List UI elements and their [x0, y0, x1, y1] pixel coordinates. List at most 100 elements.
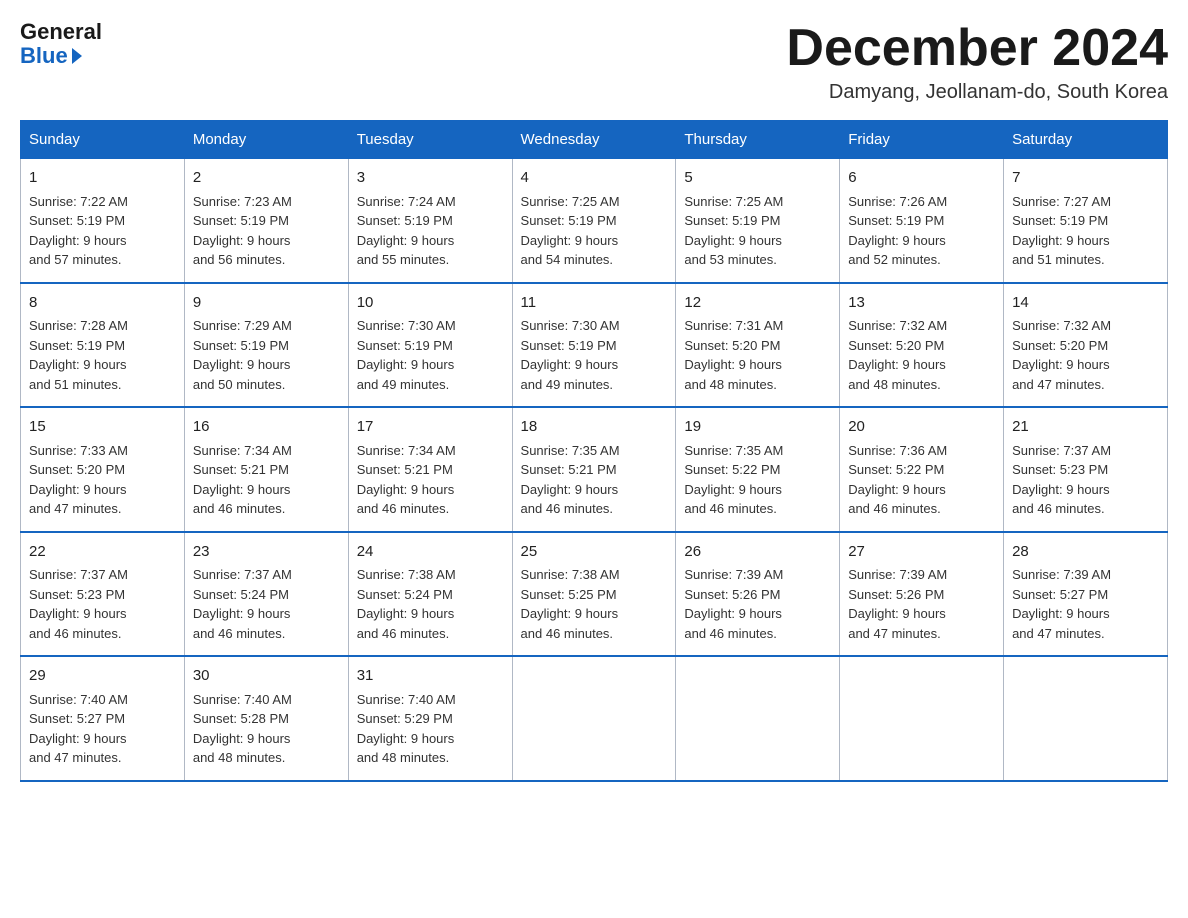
day-info: Sunrise: 7:23 AM Sunset: 5:19 PM Dayligh… [193, 192, 340, 270]
day-number: 4 [521, 167, 668, 190]
calendar-cell: 7Sunrise: 7:27 AM Sunset: 5:19 PM Daylig… [1004, 159, 1168, 283]
day-number: 27 [848, 541, 995, 564]
calendar-cell: 18Sunrise: 7:35 AM Sunset: 5:21 PM Dayli… [512, 407, 676, 532]
day-info: Sunrise: 7:39 AM Sunset: 5:26 PM Dayligh… [848, 565, 995, 643]
day-number: 24 [357, 541, 504, 564]
calendar-week-3: 15Sunrise: 7:33 AM Sunset: 5:20 PM Dayli… [21, 407, 1168, 532]
day-number: 17 [357, 416, 504, 439]
day-info: Sunrise: 7:40 AM Sunset: 5:27 PM Dayligh… [29, 690, 176, 768]
calendar-cell: 9Sunrise: 7:29 AM Sunset: 5:19 PM Daylig… [184, 283, 348, 408]
day-info: Sunrise: 7:36 AM Sunset: 5:22 PM Dayligh… [848, 441, 995, 519]
logo: General Blue [20, 20, 102, 68]
calendar-cell: 1Sunrise: 7:22 AM Sunset: 5:19 PM Daylig… [21, 159, 185, 283]
day-info: Sunrise: 7:38 AM Sunset: 5:24 PM Dayligh… [357, 565, 504, 643]
day-number: 16 [193, 416, 340, 439]
calendar-cell: 3Sunrise: 7:24 AM Sunset: 5:19 PM Daylig… [348, 159, 512, 283]
day-info: Sunrise: 7:28 AM Sunset: 5:19 PM Dayligh… [29, 316, 176, 394]
calendar-week-1: 1Sunrise: 7:22 AM Sunset: 5:19 PM Daylig… [21, 159, 1168, 283]
day-number: 9 [193, 292, 340, 315]
calendar-cell [1004, 656, 1168, 781]
day-number: 18 [521, 416, 668, 439]
day-info: Sunrise: 7:34 AM Sunset: 5:21 PM Dayligh… [357, 441, 504, 519]
day-info: Sunrise: 7:35 AM Sunset: 5:22 PM Dayligh… [684, 441, 831, 519]
column-header-tuesday: Tuesday [348, 121, 512, 159]
calendar-cell: 17Sunrise: 7:34 AM Sunset: 5:21 PM Dayli… [348, 407, 512, 532]
calendar-week-4: 22Sunrise: 7:37 AM Sunset: 5:23 PM Dayli… [21, 532, 1168, 657]
day-info: Sunrise: 7:31 AM Sunset: 5:20 PM Dayligh… [684, 316, 831, 394]
calendar-cell: 30Sunrise: 7:40 AM Sunset: 5:28 PM Dayli… [184, 656, 348, 781]
calendar-cell: 10Sunrise: 7:30 AM Sunset: 5:19 PM Dayli… [348, 283, 512, 408]
day-number: 19 [684, 416, 831, 439]
calendar-cell: 28Sunrise: 7:39 AM Sunset: 5:27 PM Dayli… [1004, 532, 1168, 657]
day-info: Sunrise: 7:37 AM Sunset: 5:23 PM Dayligh… [1012, 441, 1159, 519]
page-header: General Blue December 2024 Damyang, Jeol… [20, 20, 1168, 104]
day-info: Sunrise: 7:39 AM Sunset: 5:27 PM Dayligh… [1012, 565, 1159, 643]
column-header-sunday: Sunday [21, 121, 185, 159]
day-number: 29 [29, 665, 176, 688]
calendar-cell: 21Sunrise: 7:37 AM Sunset: 5:23 PM Dayli… [1004, 407, 1168, 532]
calendar-cell: 15Sunrise: 7:33 AM Sunset: 5:20 PM Dayli… [21, 407, 185, 532]
calendar-cell: 22Sunrise: 7:37 AM Sunset: 5:23 PM Dayli… [21, 532, 185, 657]
day-number: 15 [29, 416, 176, 439]
calendar-cell: 16Sunrise: 7:34 AM Sunset: 5:21 PM Dayli… [184, 407, 348, 532]
logo-general-text: General [20, 20, 102, 44]
day-info: Sunrise: 7:22 AM Sunset: 5:19 PM Dayligh… [29, 192, 176, 270]
calendar-cell [840, 656, 1004, 781]
title-block: December 2024 Damyang, Jeollanam-do, Sou… [786, 20, 1168, 104]
day-number: 8 [29, 292, 176, 315]
day-number: 28 [1012, 541, 1159, 564]
day-info: Sunrise: 7:30 AM Sunset: 5:19 PM Dayligh… [521, 316, 668, 394]
calendar-cell: 8Sunrise: 7:28 AM Sunset: 5:19 PM Daylig… [21, 283, 185, 408]
column-header-monday: Monday [184, 121, 348, 159]
calendar-cell: 11Sunrise: 7:30 AM Sunset: 5:19 PM Dayli… [512, 283, 676, 408]
calendar-cell: 25Sunrise: 7:38 AM Sunset: 5:25 PM Dayli… [512, 532, 676, 657]
calendar-cell: 24Sunrise: 7:38 AM Sunset: 5:24 PM Dayli… [348, 532, 512, 657]
calendar-cell: 4Sunrise: 7:25 AM Sunset: 5:19 PM Daylig… [512, 159, 676, 283]
day-info: Sunrise: 7:37 AM Sunset: 5:24 PM Dayligh… [193, 565, 340, 643]
day-number: 12 [684, 292, 831, 315]
calendar-cell: 2Sunrise: 7:23 AM Sunset: 5:19 PM Daylig… [184, 159, 348, 283]
day-info: Sunrise: 7:25 AM Sunset: 5:19 PM Dayligh… [684, 192, 831, 270]
day-number: 25 [521, 541, 668, 564]
day-info: Sunrise: 7:37 AM Sunset: 5:23 PM Dayligh… [29, 565, 176, 643]
month-title: December 2024 [786, 20, 1168, 77]
day-number: 30 [193, 665, 340, 688]
day-number: 6 [848, 167, 995, 190]
day-number: 23 [193, 541, 340, 564]
day-info: Sunrise: 7:33 AM Sunset: 5:20 PM Dayligh… [29, 441, 176, 519]
day-info: Sunrise: 7:40 AM Sunset: 5:28 PM Dayligh… [193, 690, 340, 768]
day-number: 5 [684, 167, 831, 190]
location-subtitle: Damyang, Jeollanam-do, South Korea [786, 81, 1168, 104]
day-number: 20 [848, 416, 995, 439]
day-number: 1 [29, 167, 176, 190]
day-number: 13 [848, 292, 995, 315]
day-info: Sunrise: 7:30 AM Sunset: 5:19 PM Dayligh… [357, 316, 504, 394]
logo-triangle-icon [72, 48, 82, 64]
day-number: 10 [357, 292, 504, 315]
calendar-cell: 26Sunrise: 7:39 AM Sunset: 5:26 PM Dayli… [676, 532, 840, 657]
day-info: Sunrise: 7:32 AM Sunset: 5:20 PM Dayligh… [1012, 316, 1159, 394]
day-info: Sunrise: 7:27 AM Sunset: 5:19 PM Dayligh… [1012, 192, 1159, 270]
logo-blue-text: Blue [20, 44, 102, 68]
calendar-cell [676, 656, 840, 781]
day-number: 2 [193, 167, 340, 190]
day-info: Sunrise: 7:34 AM Sunset: 5:21 PM Dayligh… [193, 441, 340, 519]
calendar-cell [512, 656, 676, 781]
day-info: Sunrise: 7:38 AM Sunset: 5:25 PM Dayligh… [521, 565, 668, 643]
day-info: Sunrise: 7:24 AM Sunset: 5:19 PM Dayligh… [357, 192, 504, 270]
calendar-cell: 13Sunrise: 7:32 AM Sunset: 5:20 PM Dayli… [840, 283, 1004, 408]
column-header-saturday: Saturday [1004, 121, 1168, 159]
column-header-thursday: Thursday [676, 121, 840, 159]
calendar-body: 1Sunrise: 7:22 AM Sunset: 5:19 PM Daylig… [21, 159, 1168, 781]
calendar-table: SundayMondayTuesdayWednesdayThursdayFrid… [20, 120, 1168, 782]
calendar-cell: 27Sunrise: 7:39 AM Sunset: 5:26 PM Dayli… [840, 532, 1004, 657]
calendar-header: SundayMondayTuesdayWednesdayThursdayFrid… [21, 121, 1168, 159]
day-number: 11 [521, 292, 668, 315]
column-header-wednesday: Wednesday [512, 121, 676, 159]
day-info: Sunrise: 7:35 AM Sunset: 5:21 PM Dayligh… [521, 441, 668, 519]
calendar-cell: 14Sunrise: 7:32 AM Sunset: 5:20 PM Dayli… [1004, 283, 1168, 408]
day-info: Sunrise: 7:32 AM Sunset: 5:20 PM Dayligh… [848, 316, 995, 394]
calendar-cell: 5Sunrise: 7:25 AM Sunset: 5:19 PM Daylig… [676, 159, 840, 283]
day-number: 14 [1012, 292, 1159, 315]
day-info: Sunrise: 7:29 AM Sunset: 5:19 PM Dayligh… [193, 316, 340, 394]
